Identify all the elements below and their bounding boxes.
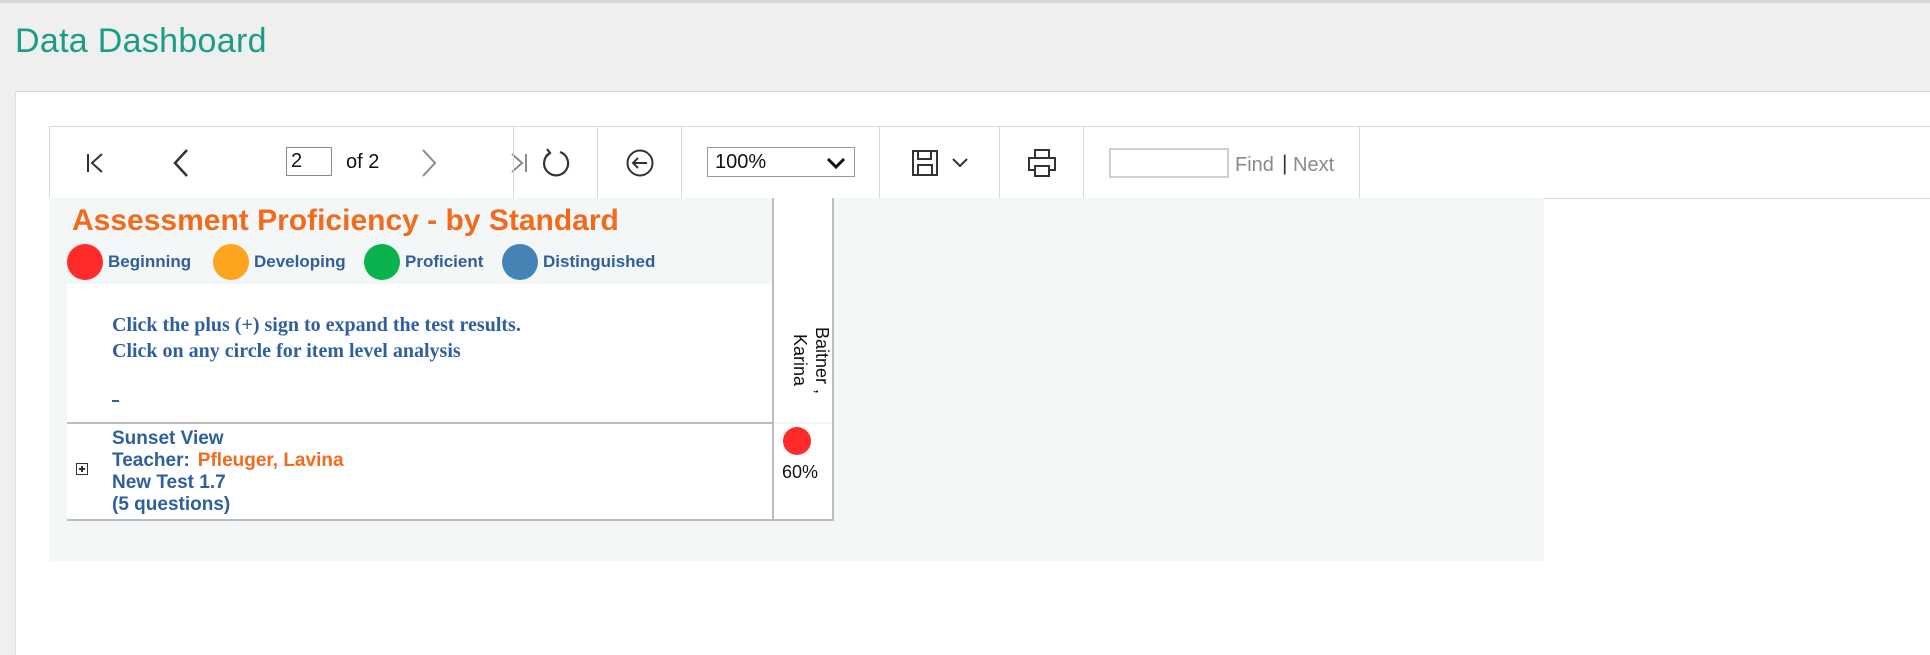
proficient-dot-icon	[364, 244, 400, 280]
save-export-button[interactable]	[880, 127, 999, 198]
top-border	[0, 0, 1930, 3]
test-name: New Test 1.7	[112, 472, 226, 493]
find-input[interactable]	[1109, 148, 1229, 178]
legend-label: Distinguished	[543, 252, 656, 271]
row-divider	[67, 519, 833, 521]
find-link[interactable]: Find	[1235, 154, 1274, 177]
zoom-value: 100%	[715, 151, 767, 173]
legend-item-developing: Developing	[213, 244, 346, 280]
refresh-button[interactable]	[514, 127, 597, 198]
toolbar-divider	[681, 127, 682, 198]
back-button[interactable]	[598, 127, 681, 198]
distinguished-dot-icon	[502, 244, 538, 280]
find-separator: |	[1282, 152, 1288, 175]
toolbar-divider	[1083, 127, 1084, 198]
instruction-line: Click on any circle for item level analy…	[112, 340, 461, 362]
legend-item-distinguished: Distinguished	[502, 244, 655, 280]
print-button[interactable]	[1000, 127, 1083, 198]
expand-plus-icon[interactable]	[76, 463, 88, 475]
instruction-line: Click the plus (+) sign to expand the te…	[112, 314, 521, 336]
teacher-name: Pfleuger, Lavina	[197, 450, 344, 471]
school-name: Sunset View	[112, 428, 224, 449]
score-circle-icon[interactable]	[783, 427, 811, 455]
chevron-down-icon	[826, 154, 846, 177]
legend-item-proficient: Proficient	[364, 244, 483, 280]
dash-mark	[112, 400, 119, 402]
save-icon	[911, 149, 939, 177]
question-count: (5 questions)	[112, 494, 231, 515]
report-toolbar: of 2 100%	[49, 126, 1930, 199]
refresh-icon	[540, 147, 572, 179]
next-page-button[interactable]	[404, 127, 454, 198]
legend-item-beginning: Beginning	[67, 244, 191, 280]
teacher-line: Teacher: Pfleuger, Lavina	[112, 450, 344, 472]
chevron-down-icon	[951, 157, 969, 169]
beginning-dot-icon	[67, 244, 103, 280]
first-page-button[interactable]	[70, 127, 120, 198]
next-link[interactable]: Next	[1293, 154, 1334, 177]
developing-dot-icon	[213, 244, 249, 280]
page-title: Data Dashboard	[15, 22, 267, 60]
teacher-label: Teacher:	[112, 450, 190, 471]
previous-page-icon	[170, 148, 192, 178]
score-percent: 60%	[782, 462, 819, 482]
page-number-input[interactable]	[286, 147, 332, 176]
previous-page-button[interactable]	[156, 127, 206, 198]
legend-label: Proficient	[405, 252, 484, 271]
page-total-label: of 2	[346, 151, 380, 173]
first-page-icon	[83, 151, 107, 175]
legend-label: Beginning	[108, 252, 192, 271]
back-icon	[625, 148, 655, 178]
zoom-select[interactable]: 100%	[707, 147, 855, 177]
report-title: Assessment Proficiency - by Standard	[72, 204, 619, 237]
print-icon	[1027, 148, 1057, 178]
legend-label: Developing	[254, 252, 346, 271]
next-page-icon	[418, 148, 440, 178]
toolbar-divider	[1359, 127, 1360, 198]
column-divider	[832, 198, 834, 521]
student-name: Baitner , Karina	[790, 326, 832, 395]
